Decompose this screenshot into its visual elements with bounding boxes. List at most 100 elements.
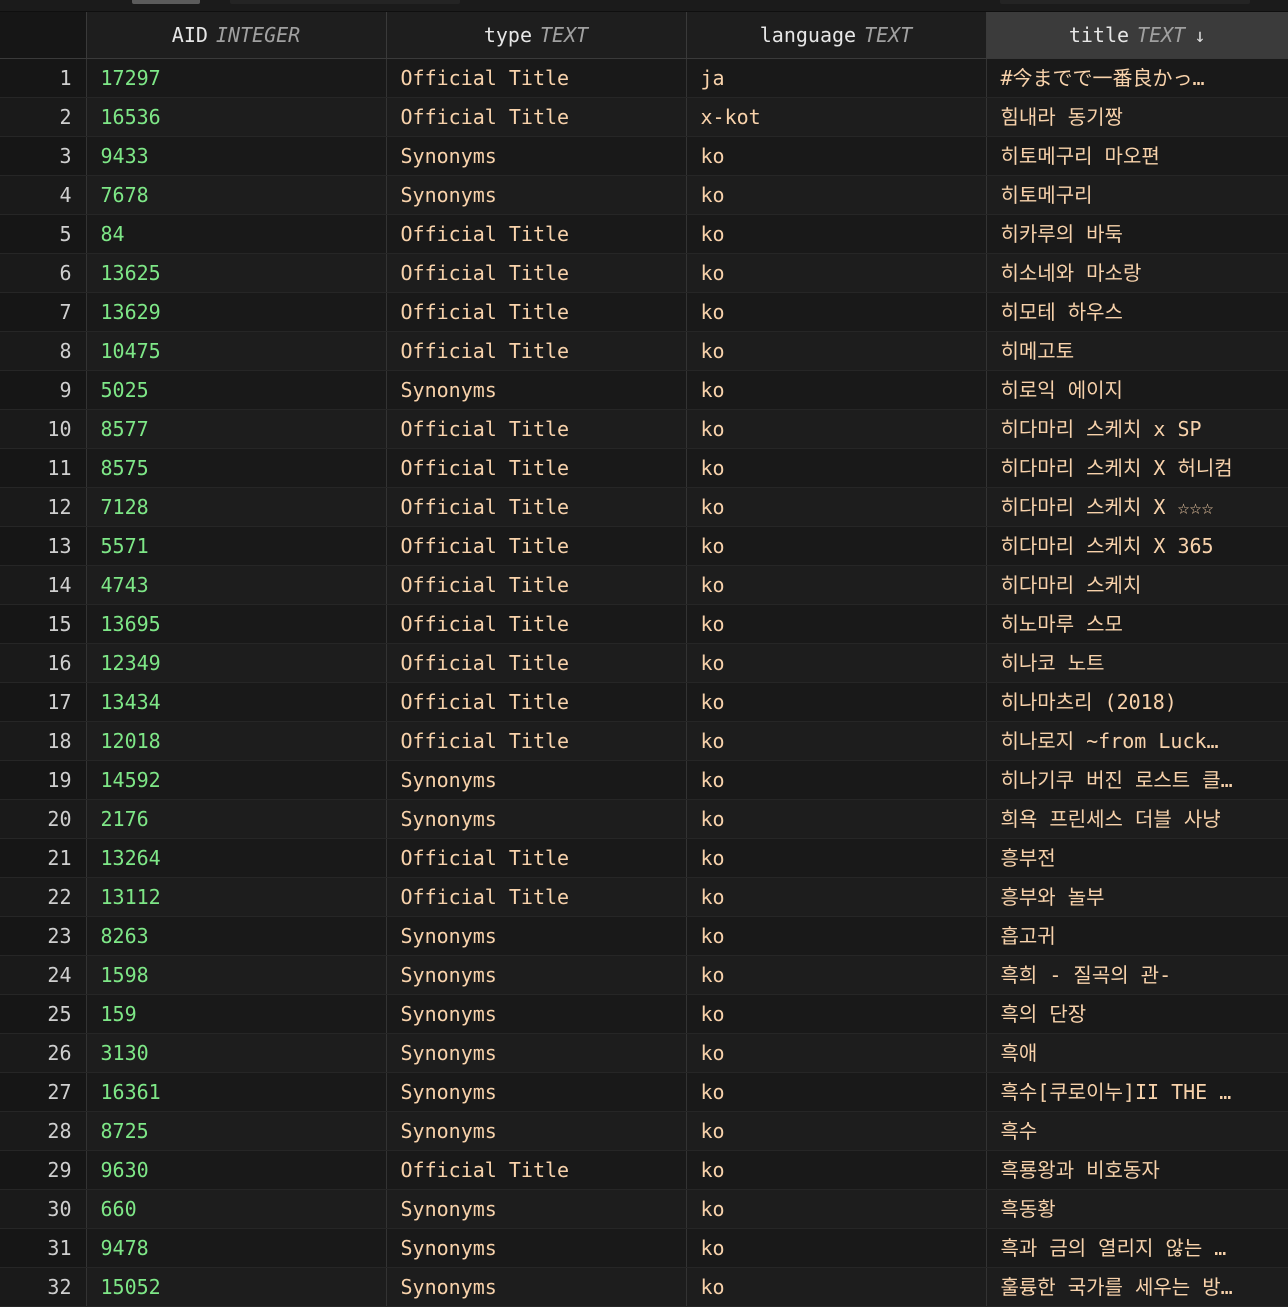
table-row[interactable]: 11 8575 Official Title ko 히다마리 스케치 X 허니컴 (0, 448, 1288, 488)
cell-language[interactable]: ko (686, 682, 987, 722)
cell-type[interactable]: Official Title (386, 292, 687, 332)
table-row[interactable]: 5 84 Official Title ko 히카루의 바둑 (0, 214, 1288, 254)
cell-aid[interactable]: 14592 (86, 760, 387, 800)
cell-language[interactable]: ko (686, 955, 987, 995)
cell-type[interactable]: Official Title (386, 877, 687, 917)
cell-title[interactable]: 흑과 금의 열리지 않는 … (986, 1228, 1288, 1268)
cell-aid[interactable]: 9630 (86, 1150, 387, 1190)
cell-language[interactable]: ko (686, 526, 987, 566)
cell-title[interactable]: 흑의 단장 (986, 994, 1288, 1034)
table-row[interactable]: 22 13112 Official Title ko 흥부와 놀부 (0, 877, 1288, 917)
cell-title[interactable]: 히다마리 스케치 x SP (986, 409, 1288, 449)
sort-descending-arrow-icon[interactable]: ↓ (1194, 25, 1205, 47)
cell-title[interactable]: 히소네와 마소랑 (986, 253, 1288, 293)
cell-aid[interactable]: 8575 (86, 448, 387, 488)
cell-title[interactable]: 히나마츠리 (2018) (986, 682, 1288, 722)
cell-type[interactable]: Official Title (386, 1150, 687, 1190)
cell-language[interactable]: ko (686, 799, 987, 839)
cell-aid[interactable]: 9433 (86, 136, 387, 176)
cell-title[interactable]: 히다마리 스케치 (986, 565, 1288, 605)
cell-language[interactable]: ko (686, 838, 987, 878)
cell-title[interactable]: 히토메구리 마오편 (986, 136, 1288, 176)
table-row[interactable]: 1 17297 Official Title ja #今までで一番良かっ… (0, 58, 1288, 98)
cell-aid[interactable]: 16361 (86, 1072, 387, 1112)
cell-aid[interactable]: 9478 (86, 1228, 387, 1268)
table-row[interactable]: 23 8263 Synonyms ko 흡고귀 (0, 916, 1288, 956)
cell-aid[interactable]: 13434 (86, 682, 387, 722)
table-row[interactable]: 28 8725 Synonyms ko 흑수 (0, 1111, 1288, 1151)
table-row[interactable]: 15 13695 Official Title ko 히노마루 스모 (0, 604, 1288, 644)
cell-aid[interactable]: 5571 (86, 526, 387, 566)
cell-language[interactable]: ko (686, 994, 987, 1034)
cell-language[interactable]: ko (686, 331, 987, 371)
cell-title[interactable]: 히로익 에이지 (986, 370, 1288, 410)
cell-type[interactable]: Official Title (386, 565, 687, 605)
cell-type[interactable]: Official Title (386, 604, 687, 644)
cell-aid[interactable]: 13629 (86, 292, 387, 332)
cell-type[interactable]: Official Title (386, 253, 687, 293)
cell-type[interactable]: Synonyms (386, 955, 687, 995)
cell-title[interactable]: 흑수 (986, 1111, 1288, 1151)
table-row[interactable]: 10 8577 Official Title ko 히다마리 스케치 x SP (0, 409, 1288, 449)
cell-type[interactable]: Official Title (386, 97, 687, 137)
table-row[interactable]: 18 12018 Official Title ko 히나로지 ~from Luck… (0, 721, 1288, 761)
cell-title[interactable]: 히모테 하우스 (986, 292, 1288, 332)
table-row[interactable]: 14 4743 Official Title ko 히다마리 스케치 (0, 565, 1288, 605)
cell-type[interactable]: Official Title (386, 448, 687, 488)
cell-type[interactable]: Synonyms (386, 760, 687, 800)
cell-language[interactable]: ko (686, 409, 987, 449)
cell-title[interactable]: 희욕 프린세스 더블 사냥 (986, 799, 1288, 839)
cell-language[interactable]: ko (686, 370, 987, 410)
table-row[interactable]: 31 9478 Synonyms ko 흑과 금의 열리지 않는 … (0, 1228, 1288, 1268)
cell-type[interactable]: Synonyms (386, 1228, 687, 1268)
cell-language[interactable]: ko (686, 1189, 987, 1229)
cell-language[interactable]: ko (686, 643, 987, 683)
table-row[interactable]: 21 13264 Official Title ko 흥부전 (0, 838, 1288, 878)
column-header-title[interactable]: title TEXT ↓ (986, 12, 1288, 59)
cell-title[interactable]: #今までで一番良かっ… (986, 58, 1288, 98)
cell-type[interactable]: Synonyms (386, 136, 687, 176)
cell-type[interactable]: Official Title (386, 643, 687, 683)
table-row[interactable]: 27 16361 Synonyms ko 흑수[쿠로이누]II THE … (0, 1072, 1288, 1112)
cell-title[interactable]: 히다마리 스케치 X ☆☆☆ (986, 487, 1288, 527)
cell-title[interactable]: 히나로지 ~from Luck… (986, 721, 1288, 761)
cell-type[interactable]: Synonyms (386, 1033, 687, 1073)
cell-type[interactable]: Synonyms (386, 916, 687, 956)
cell-type[interactable]: Synonyms (386, 370, 687, 410)
table-row[interactable]: 25 159 Synonyms ko 흑의 단장 (0, 994, 1288, 1034)
table-row[interactable]: 7 13629 Official Title ko 히모테 하우스 (0, 292, 1288, 332)
table-row[interactable]: 3 9433 Synonyms ko 히토메구리 마오편 (0, 136, 1288, 176)
cell-type[interactable]: Official Title (386, 331, 687, 371)
cell-language[interactable]: ko (686, 1267, 987, 1307)
cell-type[interactable]: Synonyms (386, 1072, 687, 1112)
cell-aid[interactable]: 13625 (86, 253, 387, 293)
cell-type[interactable]: Official Title (386, 58, 687, 98)
cell-title[interactable]: 흑룡왕과 비호동자 (986, 1150, 1288, 1190)
cell-aid[interactable]: 8263 (86, 916, 387, 956)
cell-title[interactable]: 힘내라 동기짱 (986, 97, 1288, 137)
cell-language[interactable]: ko (686, 877, 987, 917)
cell-language[interactable]: ko (686, 604, 987, 644)
cell-type[interactable]: Official Title (386, 721, 687, 761)
cell-type[interactable]: Official Title (386, 682, 687, 722)
table-row[interactable]: 20 2176 Synonyms ko 희욕 프린세스 더블 사냥 (0, 799, 1288, 839)
cell-title[interactable]: 히다마리 스케치 X 허니컴 (986, 448, 1288, 488)
toolbar-chip-active[interactable] (132, 0, 200, 4)
cell-aid[interactable]: 16536 (86, 97, 387, 137)
cell-aid[interactable]: 159 (86, 994, 387, 1034)
table-row[interactable]: 24 1598 Synonyms ko 흑희 - 질곡의 관- (0, 955, 1288, 995)
cell-title[interactable]: 흑희 - 질곡의 관- (986, 955, 1288, 995)
cell-aid[interactable]: 8577 (86, 409, 387, 449)
toolbar-chip-tertiary[interactable] (1000, 0, 1250, 4)
cell-type[interactable]: Official Title (386, 487, 687, 527)
cell-language[interactable]: ko (686, 292, 987, 332)
cell-aid[interactable]: 3130 (86, 1033, 387, 1073)
cell-type[interactable]: Official Title (386, 838, 687, 878)
cell-aid[interactable]: 15052 (86, 1267, 387, 1307)
cell-title[interactable]: 히나기쿠 버진 로스트 클… (986, 760, 1288, 800)
cell-aid[interactable]: 660 (86, 1189, 387, 1229)
cell-title[interactable]: 히토메구리 (986, 175, 1288, 215)
table-row[interactable]: 9 5025 Synonyms ko 히로익 에이지 (0, 370, 1288, 410)
cell-aid[interactable]: 13112 (86, 877, 387, 917)
cell-aid[interactable]: 12349 (86, 643, 387, 683)
